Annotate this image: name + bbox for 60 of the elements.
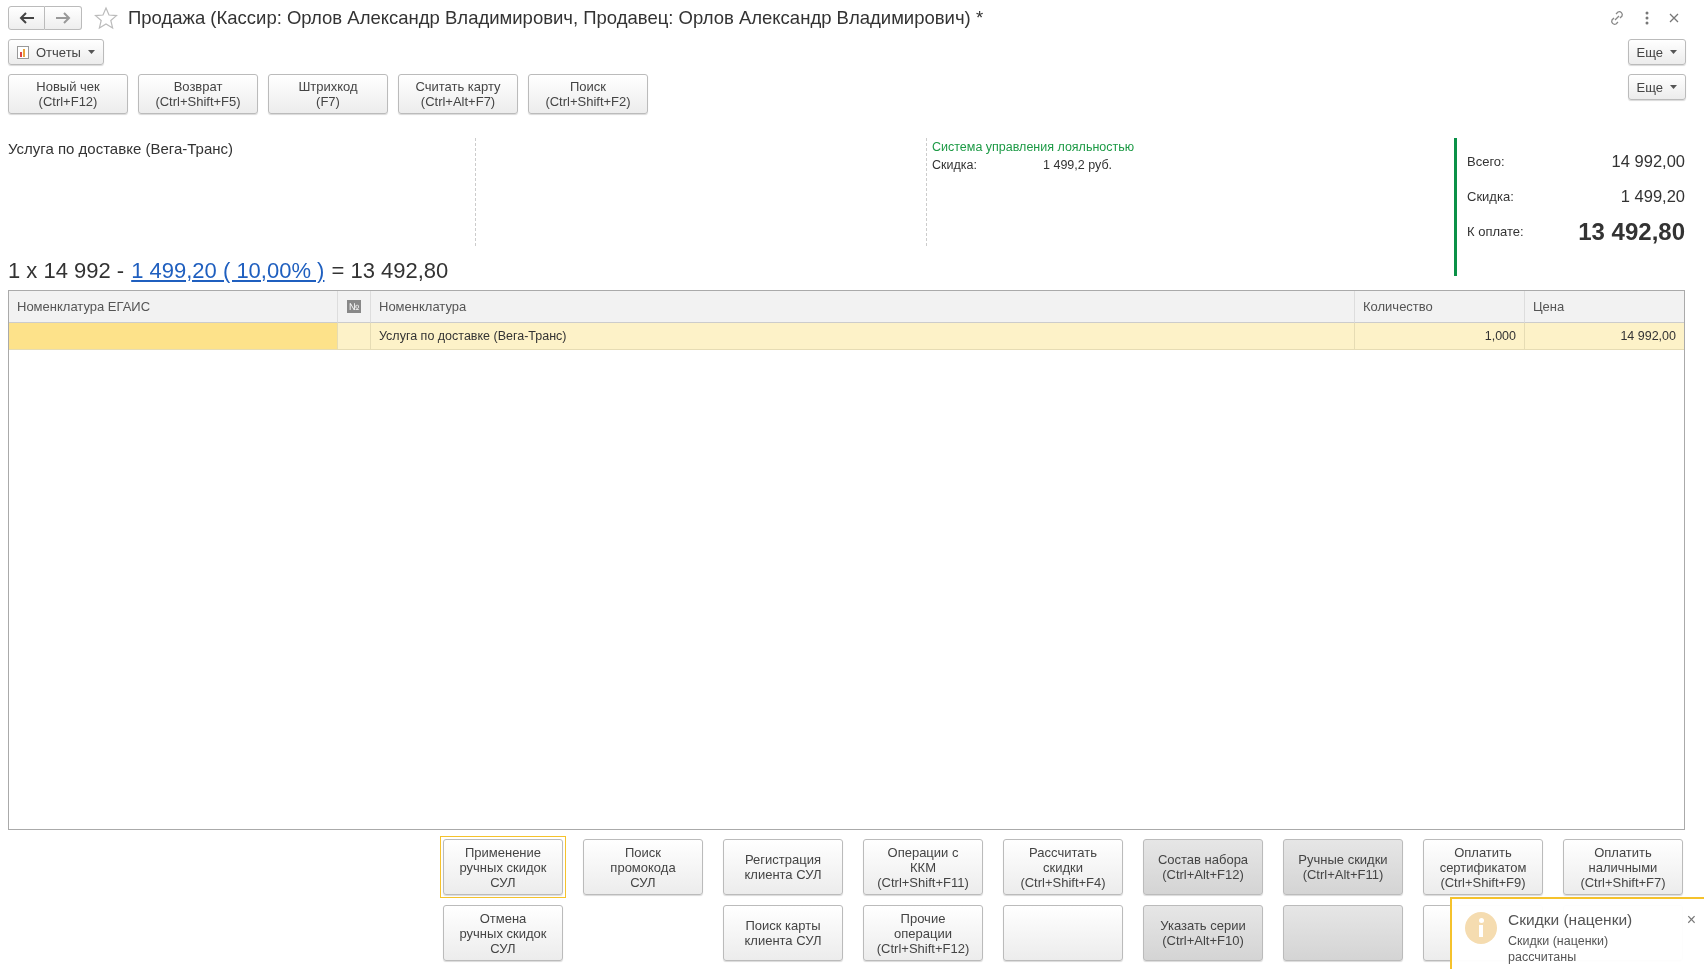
total-label: Всего:	[1467, 154, 1505, 169]
action-button[interactable]: Состав набора (Ctrl+Alt+F12)	[1143, 839, 1263, 895]
action-button[interactable]: Поиск карты клиента СУЛ	[723, 905, 843, 961]
action-button[interactable]: Поиск промокода СУЛ	[583, 839, 703, 895]
more-icon[interactable]	[1644, 10, 1650, 26]
reports-button[interactable]: Отчеты	[8, 39, 104, 65]
action-button[interactable]: Операции с ККМ (Ctrl+Shift+F11)	[863, 839, 983, 895]
action-button[interactable]: Применение ручных скидок СУЛ	[443, 839, 563, 895]
column-header[interactable]: №	[346, 300, 362, 313]
report-icon	[17, 45, 29, 59]
action-button[interactable]	[1003, 905, 1123, 961]
caret-icon	[87, 50, 95, 54]
action-button[interactable]: Ручные скидки (Ctrl+Alt+F11)	[1283, 839, 1403, 895]
notification-text: Скидки (наценки) рассчитаны	[1508, 933, 1610, 965]
discount-value: 1 499,2 руб.	[1043, 158, 1112, 172]
link-icon[interactable]	[1608, 9, 1626, 27]
info-icon	[1464, 911, 1498, 945]
close-button[interactable]: ×	[1686, 911, 1696, 929]
more-button[interactable]: Еще	[1627, 74, 1686, 100]
discount-label: Скидка:	[932, 158, 978, 172]
close-icon[interactable]	[1668, 12, 1680, 24]
toolbar-button[interactable]: Возврат (Ctrl+Shift+F5)	[138, 74, 258, 114]
more-button[interactable]: Еще	[1627, 39, 1686, 65]
forward-arrow-icon	[55, 12, 71, 24]
formula-text: = 13 492,80	[331, 258, 449, 284]
action-button[interactable]: Регистрация клиента СУЛ	[723, 839, 843, 895]
table-cell: Услуга по доставке (Вега-Транс)	[371, 323, 1355, 350]
table-cell: 14 992,00	[1525, 323, 1684, 350]
action-button[interactable]: Отмена ручных скидок СУЛ	[443, 905, 563, 961]
table-cell: 1,000	[1355, 323, 1525, 350]
total-value: 13 492,80	[1578, 217, 1685, 246]
column-header[interactable]: Цена	[1525, 291, 1684, 323]
notification-title: Скидки (наценки)	[1508, 911, 1633, 929]
back-button[interactable]	[8, 6, 45, 30]
caret-icon	[1670, 50, 1677, 54]
toolbar-button[interactable]: Штрихкод (F7)	[268, 74, 388, 114]
caret-icon	[1670, 85, 1677, 89]
formula-text: 1 х 14 992 -	[8, 258, 125, 284]
total-label: К оплате:	[1467, 224, 1524, 239]
toolbar-button[interactable]: Считать карту (Ctrl+Alt+F7)	[398, 74, 518, 114]
action-button[interactable]: Рассчитать скидки (Ctrl+Shift+F4)	[1003, 839, 1123, 895]
star-icon[interactable]	[94, 6, 118, 30]
action-button[interactable]: Оплатить сертификатом (Ctrl+Shift+F9)	[1423, 839, 1543, 895]
window-title: Продажа (Кассир: Орлов Александр Владимирович, Продавец: Орлов Александр Владимирович) *	[128, 7, 984, 29]
back-arrow-icon	[18, 12, 35, 24]
total-value: 1 499,20	[1620, 187, 1685, 206]
total-value: 14 992,00	[1611, 152, 1685, 171]
column-header[interactable]: Номенклатура ЕГАИС	[9, 291, 338, 323]
action-button[interactable]: Прочие операции (Ctrl+Shift+F12)	[863, 905, 983, 961]
action-button[interactable]: Оплатить наличными (Ctrl+Shift+F7)	[1563, 839, 1683, 895]
toolbar-button[interactable]: Поиск (Ctrl+Shift+F2)	[528, 74, 648, 114]
discount-link[interactable]: 1 499,20 ( 10,00% )	[131, 258, 325, 284]
table-cell	[338, 323, 371, 350]
action-button[interactable]: Указать серии (Ctrl+Alt+F10)	[1143, 905, 1263, 961]
column-header[interactable]: Номенклатура	[371, 291, 1355, 323]
column-header[interactable]: Количество	[1355, 291, 1525, 323]
total-label: Скидка:	[1467, 189, 1514, 204]
loyalty-title: Система управления лояльностью	[932, 140, 1135, 154]
toolbar-button[interactable]: Новый чек (Ctrl+F12)	[8, 74, 128, 114]
item-name: Услуга по доставке (Вега-Транс)	[8, 140, 233, 157]
